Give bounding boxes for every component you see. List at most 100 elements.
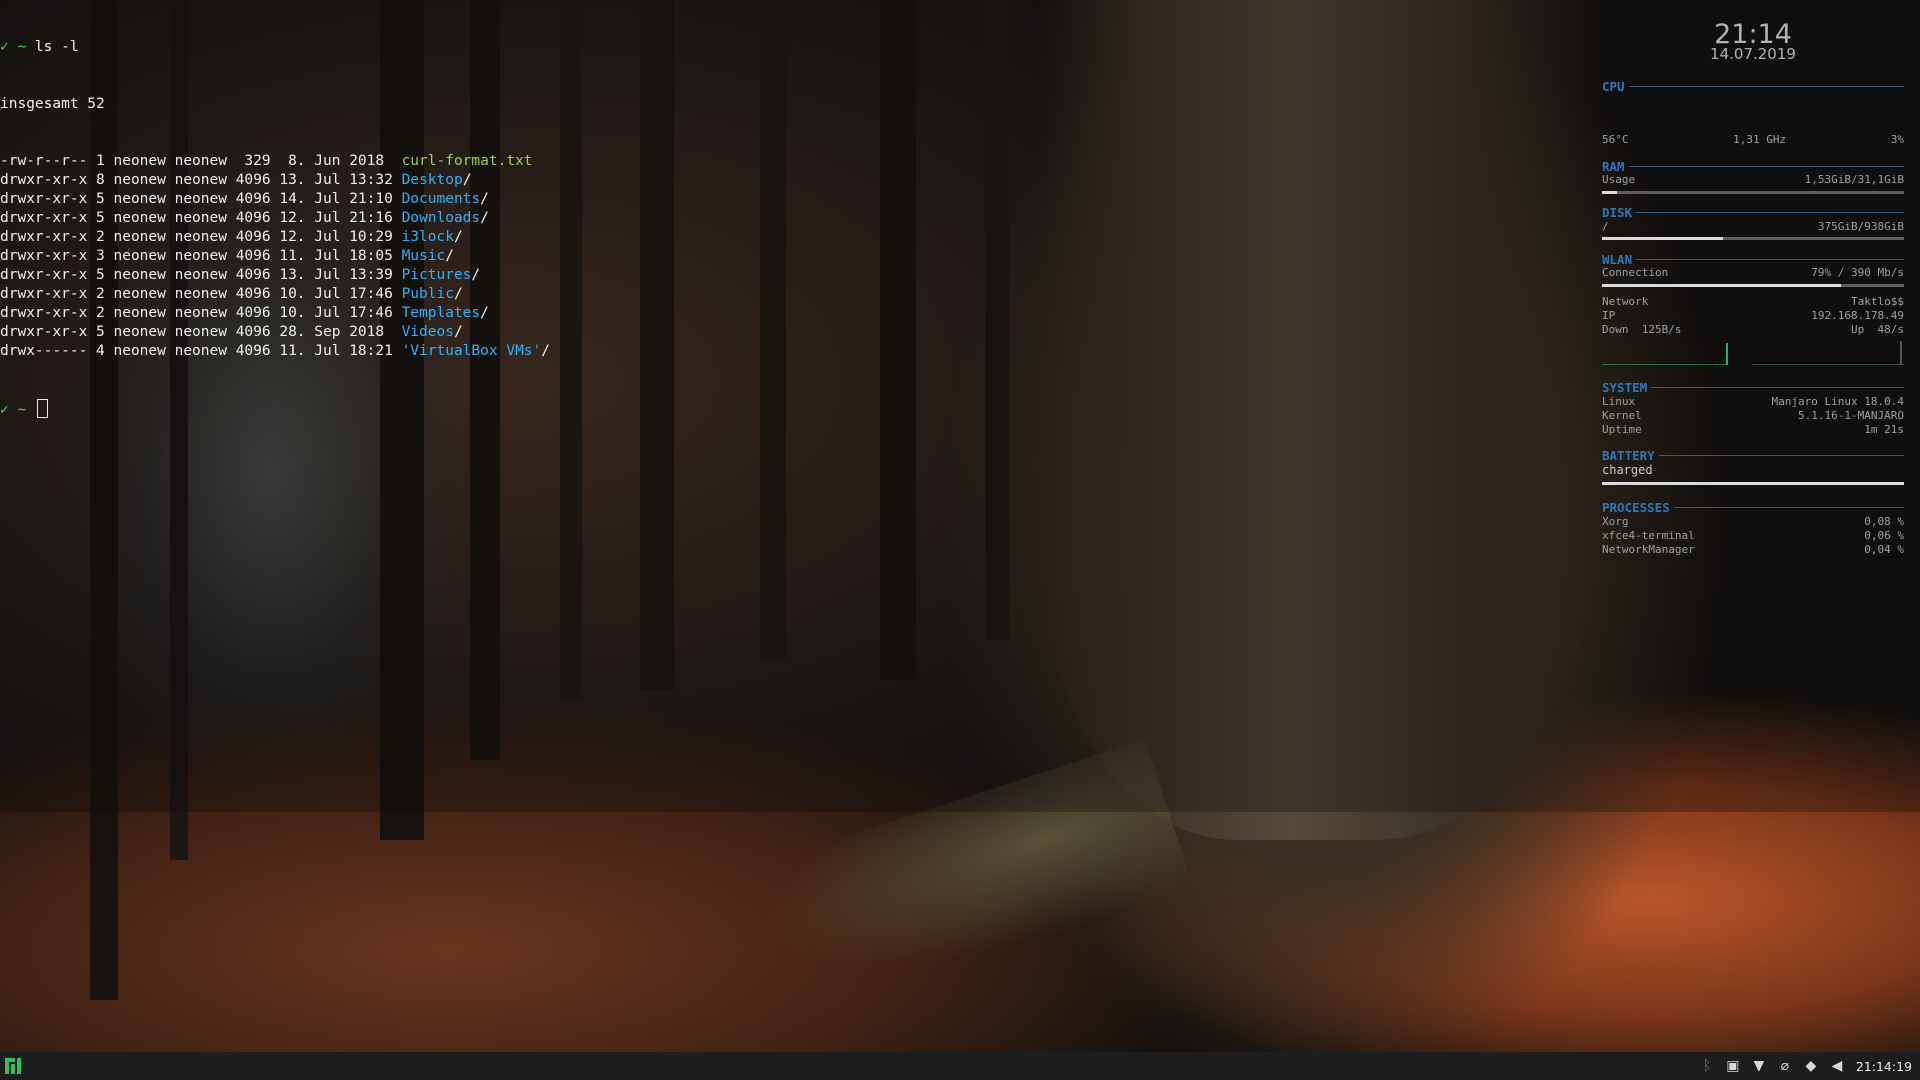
ram-usage-value: 1,53GiB/31,1GiB <box>1804 173 1904 186</box>
ls-entry-suffix: / <box>480 191 489 207</box>
wlan-traffic-graph <box>1602 339 1904 369</box>
cpu-title: CPU <box>1602 78 1625 94</box>
shield-icon[interactable]: ◆ <box>1798 1058 1824 1074</box>
clipboard-icon[interactable]: ▣ <box>1720 1058 1746 1074</box>
wlan-bar-fill <box>1602 283 1841 287</box>
ls-entry-name: Videos <box>401 324 454 340</box>
ls-entry-meta: drwxr-xr-x 3 neonew neonew 4096 11. Jul … <box>0 248 402 264</box>
battery-status: charged <box>1602 462 1653 477</box>
process-name: xfce4-terminal <box>1602 528 1695 542</box>
manjaro-menu-icon[interactable] <box>5 1058 21 1074</box>
system-tray: ᛒ ▣ ▼ ⌀ ◆ ◀ 21:14:19 <box>1694 1052 1920 1080</box>
ls-entry-name: Public <box>401 286 454 302</box>
wlan-up-label: Up <box>1851 322 1865 336</box>
ls-entry-suffix: / <box>480 210 489 226</box>
prompt: ✓ ~ <box>0 402 35 418</box>
ram-usage-label: Usage <box>1602 173 1636 186</box>
taskbar: ᛒ ▣ ▼ ⌀ ◆ ◀ 21:14:19 <box>0 1052 1920 1080</box>
wlan-title: WLAN <box>1602 251 1633 267</box>
ls-entry-suffix: / <box>453 324 463 340</box>
ls-entry-row: drwxr-xr-x 5 neonew neonew 4096 28. Sep … <box>0 323 1100 342</box>
wlan-network-value: Taktlo$$ <box>1851 294 1904 308</box>
disk-usage-row: / 375GiB/938GiB <box>1602 220 1904 235</box>
ram-section-header: RAM <box>1602 159 1904 174</box>
disk-section-header: DISK <box>1602 205 1904 220</box>
system-title: SYSTEM <box>1602 380 1648 395</box>
battery-title: BATTERY <box>1602 448 1655 463</box>
system-os-label: Linux <box>1602 394 1636 408</box>
ram-bar-fill <box>1602 190 1618 194</box>
disk-mount-label: / <box>1602 219 1609 233</box>
ls-entry-name: Pictures <box>401 267 472 283</box>
wlan-connection-value: 79% / 390 Mb/s <box>1811 266 1904 279</box>
process-cpu-value: 0,06 % <box>1864 528 1904 542</box>
ls-entry-name: 'VirtualBox VMs' <box>401 343 542 359</box>
cpu-temp: 56°C <box>1602 133 1629 146</box>
wlan-bar <box>1602 283 1904 287</box>
terminal-output[interactable]: ✓ ~ ls -l insgesamt 52 -rw-r--r-- 1 neon… <box>0 0 1100 437</box>
ls-entry-name: Desktop <box>401 172 463 188</box>
process-row: NetworkManager 0,04 % <box>1602 543 1904 557</box>
prompt: ✓ ~ <box>0 39 27 55</box>
ls-entry-name: Templates <box>401 305 481 321</box>
ls-entry-suffix: / <box>471 267 481 283</box>
wlan-connection-row: Connection 79% / 390 Mb/s <box>1602 266 1904 281</box>
conky-date: 14.07.2019 <box>1710 45 1796 63</box>
processes-section-header: PROCESSES <box>1602 500 1904 515</box>
process-cpu-value: 0,04 % <box>1864 542 1904 556</box>
disk-bar <box>1602 237 1904 240</box>
wlan-network-row: Network Taktlo$$ <box>1602 295 1904 309</box>
command-text: ls -l <box>26 39 79 55</box>
wlan-ip-value: 192.168.178.49 <box>1811 308 1904 322</box>
ls-entry-meta: drwx------ 4 neonew neonew 4096 11. Jul … <box>0 343 402 359</box>
paperclip-icon[interactable]: ⌀ <box>1772 1058 1798 1074</box>
process-row: xfce4-terminal 0,06 % <box>1602 529 1904 543</box>
system-uptime-row: Uptime 1m 21s <box>1602 423 1904 437</box>
process-name: Xorg <box>1602 514 1629 528</box>
ram-usage-row: Usage 1,53GiB/31,1GiB <box>1602 173 1904 188</box>
ls-entry-row: drwxr-xr-x 2 neonew neonew 4096 12. Jul … <box>0 228 1100 247</box>
ls-entries: -rw-r--r-- 1 neonew neonew 329 8. Jun 20… <box>0 152 1100 361</box>
ls-entry-name: Downloads <box>401 210 481 226</box>
battery-section-header: BATTERY <box>1602 448 1904 463</box>
ls-entry-name: Documents <box>401 191 481 207</box>
ls-entry-row: drwxr-xr-x 2 neonew neonew 4096 10. Jul … <box>0 285 1100 304</box>
system-uptime-label: Uptime <box>1602 422 1642 436</box>
ls-entry-meta: drwxr-xr-x 2 neonew neonew 4096 10. Jul … <box>0 286 402 302</box>
wifi-icon[interactable]: ▼ <box>1746 1058 1772 1074</box>
ls-entry-row: drwxr-xr-x 5 neonew neonew 4096 12. Jul … <box>0 209 1100 228</box>
wlan-down-label: Down <box>1602 322 1629 336</box>
disk-title: DISK <box>1602 205 1633 220</box>
battery-bar <box>1602 481 1904 485</box>
ls-entry-suffix: / <box>462 172 472 188</box>
system-kernel-value: 5.1.16-1-MANJARO <box>1798 408 1904 422</box>
process-name: NetworkManager <box>1602 542 1695 556</box>
cpu-graph <box>1602 93 1904 133</box>
system-os-row: Linux Manjaro Linux 18.0.4 <box>1602 395 1904 409</box>
system-os-value: Manjaro Linux 18.0.4 <box>1771 394 1904 408</box>
ls-entry-row: drwxr-xr-x 2 neonew neonew 4096 10. Jul … <box>0 304 1100 323</box>
prompt-line[interactable]: ✓ ~ <box>0 399 1100 418</box>
battery-bar-fill <box>1602 481 1904 485</box>
ls-entry-name: i3lock <box>401 229 454 245</box>
system-kernel-label: Kernel <box>1602 408 1642 422</box>
conky-system-monitor: 21:14 14.07.2019 CPU 56°C 1,31 GHz 3% RA… <box>1602 20 1904 557</box>
taskbar-clock[interactable]: 21:14:19 <box>1856 1059 1912 1074</box>
ls-entry-meta: drwxr-xr-x 2 neonew neonew 4096 12. Jul … <box>0 229 402 245</box>
bluetooth-icon[interactable]: ᛒ <box>1694 1058 1720 1074</box>
ls-entry-meta: drwxr-xr-x 2 neonew neonew 4096 10. Jul … <box>0 305 402 321</box>
process-row: Xorg 0,08 % <box>1602 515 1904 529</box>
ls-entry-row: drwxr-xr-x 5 neonew neonew 4096 14. Jul … <box>0 190 1100 209</box>
ls-entry-row: drwx------ 4 neonew neonew 4096 11. Jul … <box>0 342 1100 361</box>
cpu-freq: 1,31 GHz <box>1733 133 1787 146</box>
system-kernel-row: Kernel 5.1.16-1-MANJARO <box>1602 409 1904 423</box>
system-section-header: SYSTEM <box>1602 380 1904 395</box>
ls-entry-meta: drwxr-xr-x 5 neonew neonew 4096 13. Jul … <box>0 267 402 283</box>
wlan-ip-label: IP <box>1602 308 1616 322</box>
wlan-speed-row: Down 125B/s Up 48/s <box>1602 323 1904 337</box>
cpu-stats: 56°C 1,31 GHz 3% <box>1602 133 1904 147</box>
wlan-down-value: 125B/s <box>1641 322 1682 336</box>
ls-entry-meta: drwxr-xr-x 8 neonew neonew 4096 13. Jul … <box>0 172 402 188</box>
conky-clock: 21:14 14.07.2019 <box>1602 20 1904 63</box>
volume-icon[interactable]: ◀ <box>1824 1058 1850 1074</box>
